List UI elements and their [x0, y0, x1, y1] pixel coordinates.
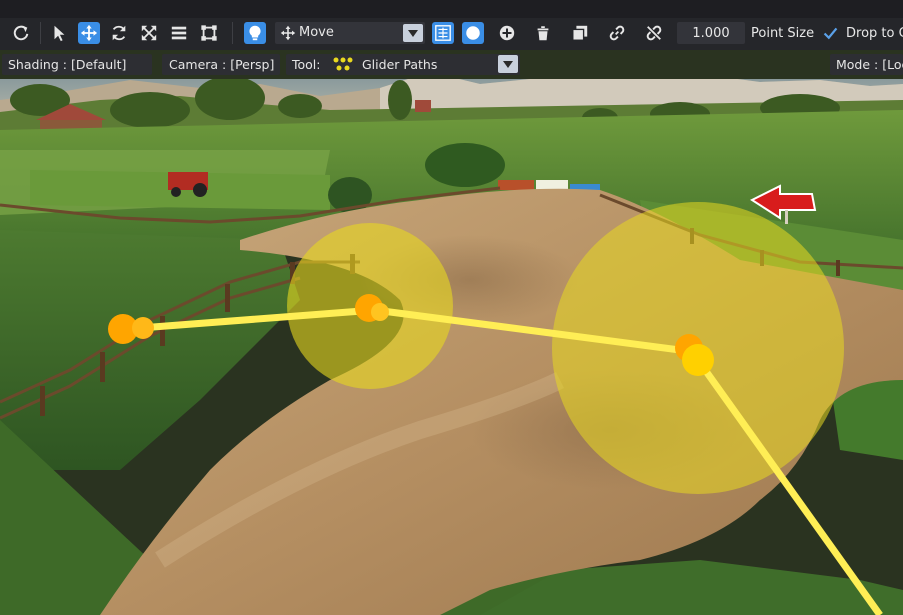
add-icon[interactable]: [496, 22, 518, 44]
chevron-down-icon[interactable]: [498, 55, 518, 73]
tool-selector[interactable]: Tool: Glider Paths: [286, 54, 520, 75]
refresh-icon[interactable]: [10, 22, 32, 44]
rotate-icon[interactable]: [108, 22, 130, 44]
window-top-strip: [0, 0, 903, 18]
trash-icon[interactable]: [532, 22, 554, 44]
glider-path-tool-icon: [332, 57, 354, 72]
sponsor-sign: [498, 180, 534, 190]
circle-shape-icon[interactable]: [462, 22, 484, 44]
scene-viewport[interactable]: [0, 79, 903, 615]
bounding-box-icon[interactable]: [198, 22, 220, 44]
mode-indicator[interactable]: Mode : [Loc: [830, 54, 903, 75]
tool-value: Glider Paths: [362, 57, 438, 72]
duplicate-icon[interactable]: [569, 22, 591, 44]
chevron-down-icon[interactable]: [403, 24, 423, 42]
toolbar-separator: [40, 22, 41, 44]
shading-indicator[interactable]: Shading : [Default]: [2, 54, 152, 75]
link-icon[interactable]: [606, 22, 628, 44]
toolbar-separator: [232, 22, 233, 44]
unlink-icon[interactable]: [643, 22, 665, 44]
move-icon: [280, 25, 296, 41]
point-size-label: Point Size: [751, 26, 815, 41]
scene-render: [0, 79, 903, 615]
check-icon[interactable]: [822, 25, 839, 42]
dropdown-label: Move: [299, 25, 334, 40]
drop-to-label[interactable]: Drop to C: [846, 26, 903, 41]
scale-icon[interactable]: [138, 22, 160, 44]
grid-snap-icon[interactable]: [432, 22, 454, 44]
camera-indicator[interactable]: Camera : [Persp]: [162, 54, 280, 75]
move-tool-icon[interactable]: [78, 22, 100, 44]
lightbulb-icon[interactable]: [244, 22, 266, 44]
select-arrow-icon[interactable]: [48, 22, 70, 44]
layers-icon[interactable]: [168, 22, 190, 44]
tool-label: Tool:: [292, 57, 321, 72]
point-size-input[interactable]: 1.000: [677, 22, 745, 44]
transform-mode-dropdown[interactable]: Move: [275, 22, 425, 44]
